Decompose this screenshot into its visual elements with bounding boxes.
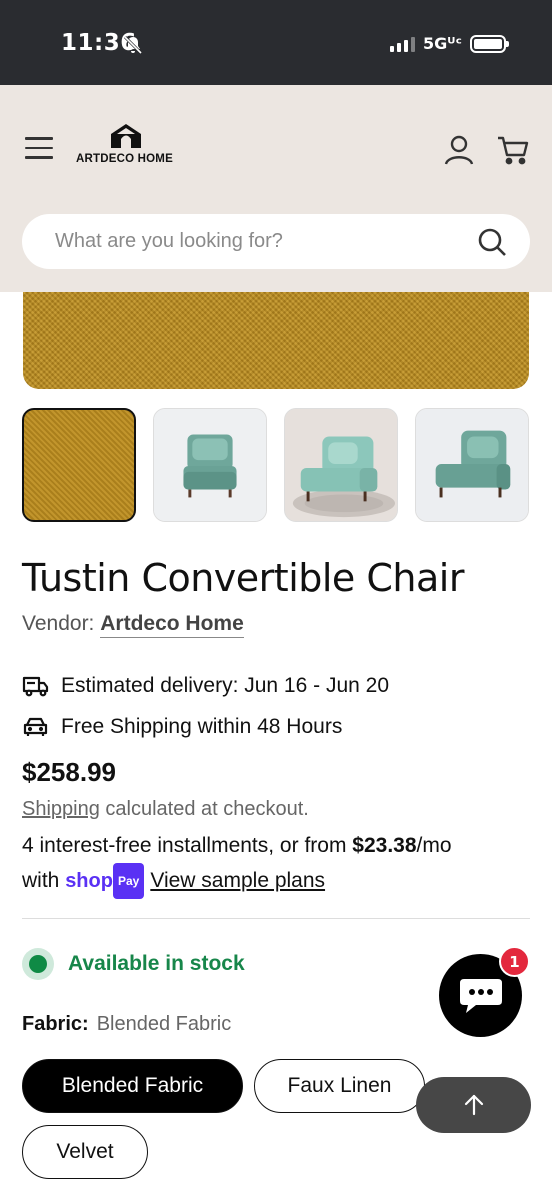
arrow-up-icon: [464, 1094, 483, 1116]
thumbnail-chair-room[interactable]: [284, 408, 398, 522]
product-main-image[interactable]: [23, 292, 529, 389]
with-text: with: [22, 869, 66, 892]
pay-badge: Pay: [112, 863, 145, 899]
free-shipping: Free Shipping within 48 Hours: [22, 715, 342, 739]
chair-image: [154, 409, 266, 521]
status-bar: 11:36 5Gᵁᶜ: [0, 0, 552, 85]
fabric-label-text: Fabric:: [22, 1013, 89, 1035]
installments-text: 4 interest-free installments, or from: [22, 834, 353, 857]
search-placeholder: What are you looking for?: [55, 230, 283, 252]
stock-text: Available in stock: [68, 952, 245, 975]
stock-status: Available in stock: [22, 948, 245, 980]
installments: 4 interest-free installments, or from $2…: [22, 829, 532, 899]
vendor: Vendor: Artdeco Home: [22, 612, 244, 638]
stock-indicator-icon: [22, 948, 54, 980]
chair-image: [285, 409, 397, 521]
shop-pay-logo: shop: [65, 870, 113, 892]
product-title: Tustin Convertible Chair: [22, 556, 464, 600]
installment-suffix: /mo: [416, 834, 452, 857]
network-type: 5Gᵁᶜ: [422, 34, 462, 53]
logo-text: ARTDECO HOME: [76, 153, 173, 165]
car-icon: [23, 717, 48, 736]
fabric-option-faux-linen[interactable]: Faux Linen: [254, 1059, 425, 1113]
delivery-text: Estimated delivery: Jun 16 - Jun 20: [61, 674, 390, 697]
account-icon[interactable]: [443, 134, 475, 166]
menu-icon[interactable]: [25, 137, 53, 161]
shipping-link[interactable]: Shipping: [22, 798, 100, 820]
scroll-to-top-button[interactable]: [416, 1077, 531, 1133]
vendor-link[interactable]: Artdeco Home: [100, 612, 244, 638]
logo-house-icon: [111, 124, 141, 148]
shipping-note-text: calculated at checkout.: [99, 798, 309, 820]
view-sample-plans-link[interactable]: View sample plans: [150, 869, 325, 892]
bell-muted-icon: [123, 35, 143, 55]
price: $258.99: [22, 757, 116, 787]
free-shipping-text: Free Shipping within 48 Hours: [61, 715, 343, 738]
shipping-note: Shipping calculated at checkout.: [22, 798, 309, 821]
fabric-selected: Blended Fabric: [96, 1013, 232, 1035]
thumbnail-chair-front[interactable]: [153, 408, 267, 522]
thumbnail-chair-side[interactable]: [415, 408, 529, 522]
thumbnail-fabric-swatch[interactable]: [22, 408, 136, 522]
search-icon[interactable]: [476, 226, 508, 258]
signal-icon: [389, 36, 415, 52]
logo[interactable]: ARTDECO HOME: [76, 123, 186, 171]
cart-icon[interactable]: [496, 134, 530, 166]
truck-icon: [22, 676, 49, 697]
delivery-estimate: Estimated delivery: Jun 16 - Jun 20: [22, 674, 389, 698]
fabric-label: Fabric: Blended Fabric: [22, 1013, 231, 1036]
chat-notification-badge: 1: [499, 946, 530, 977]
divider: [22, 918, 530, 919]
battery-icon: [470, 34, 509, 53]
search-input[interactable]: What are you looking for?: [22, 214, 530, 269]
site-header: ARTDECO HOME What are you looking for?: [0, 85, 552, 292]
chat-bubble-icon: [459, 978, 502, 1013]
fabric-option-blended[interactable]: Blended Fabric: [22, 1059, 243, 1113]
fabric-option-velvet[interactable]: Velvet: [22, 1125, 148, 1179]
installment-amount: $23.38: [352, 834, 417, 857]
chair-image: [416, 409, 528, 521]
vendor-label: Vendor:: [22, 612, 95, 635]
